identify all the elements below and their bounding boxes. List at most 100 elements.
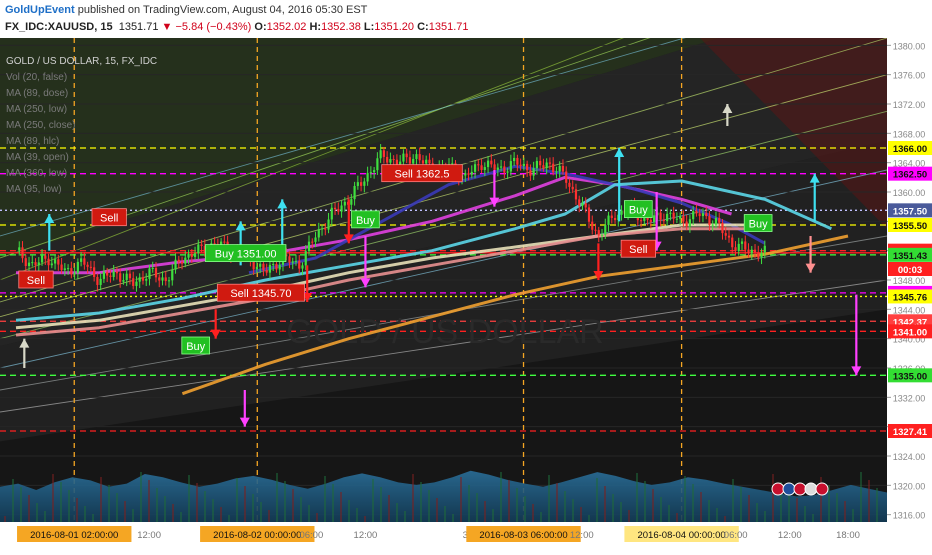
candle-body[interactable] [600, 234, 604, 236]
candle-body[interactable] [262, 263, 265, 271]
candle-body[interactable] [483, 167, 486, 170]
candle-body[interactable] [353, 185, 356, 200]
candle-body[interactable] [259, 263, 262, 267]
candle-body[interactable] [324, 228, 327, 230]
flag-icon[interactable] [793, 482, 807, 496]
candle-body[interactable] [666, 213, 669, 222]
candle-body[interactable] [382, 150, 385, 157]
candle-body[interactable] [37, 262, 40, 266]
candle-body[interactable] [467, 173, 470, 175]
candle-body[interactable] [649, 219, 652, 222]
candle-body[interactable] [18, 247, 21, 251]
candle-body[interactable] [314, 237, 317, 242]
price-label[interactable]: 1345.76 [888, 289, 932, 304]
candle-body[interactable] [731, 237, 734, 248]
candle-body[interactable] [688, 219, 692, 227]
candle-body[interactable] [265, 270, 268, 273]
price-label[interactable]: 1335.00 [888, 368, 932, 383]
candle-body[interactable] [574, 189, 578, 200]
flag-icon[interactable] [771, 482, 785, 496]
candle-body[interactable] [304, 251, 307, 266]
candle-body[interactable] [604, 225, 607, 235]
candle-body[interactable] [701, 213, 705, 217]
candle-body[interactable] [34, 262, 37, 266]
price-label[interactable]: 1362.50 [888, 166, 932, 181]
candle-body[interactable] [31, 262, 34, 264]
candle-body[interactable] [584, 203, 587, 208]
candle-body[interactable] [311, 241, 314, 243]
candle-body[interactable] [177, 259, 180, 263]
candle-body[interactable] [506, 171, 509, 173]
candle-body[interactable] [333, 207, 337, 210]
candle-body[interactable] [555, 171, 558, 173]
candle-body[interactable] [653, 215, 656, 222]
time-label-highlight[interactable]: 2016-08-04 00:00:00 [624, 526, 739, 542]
candle-body[interactable] [473, 164, 477, 172]
candle-body[interactable] [167, 280, 171, 282]
candle-body[interactable] [718, 218, 721, 223]
candle-body[interactable] [561, 165, 565, 172]
candle-body[interactable] [734, 247, 737, 251]
candle-body[interactable] [662, 219, 665, 222]
candle-body[interactable] [66, 268, 70, 270]
sell-signal[interactable]: Sell [620, 239, 656, 258]
candle-body[interactable] [373, 170, 376, 173]
candle-body[interactable] [330, 207, 333, 220]
legend-item[interactable]: MA (360, low) [6, 168, 67, 179]
candle-body[interactable] [125, 273, 128, 281]
candle-body[interactable] [96, 276, 99, 285]
candle-body[interactable] [53, 259, 57, 264]
price-label[interactable]: 1341.00 [888, 324, 932, 339]
time-label-highlight[interactable]: 2016-08-01 02:00:00 [17, 526, 132, 542]
sell-signal[interactable]: Sell [91, 208, 127, 227]
candle-body[interactable] [148, 268, 151, 279]
chart-area[interactable]: GOLD / US DOLLAR Sell Sell Buy Sell 1345.70… [0, 0, 932, 550]
legend-item[interactable]: MA (89, hlc) [6, 136, 59, 147]
candle-body[interactable] [86, 264, 89, 267]
candle-body[interactable] [724, 233, 727, 236]
candle-body[interactable] [669, 212, 672, 214]
candle-body[interactable] [493, 164, 496, 170]
price-label[interactable]: 1355.50 [888, 218, 932, 232]
candle-body[interactable] [376, 158, 379, 171]
time-label-highlight[interactable]: 2016-08-02 00:00:00 [200, 526, 315, 542]
flag-icon[interactable] [815, 482, 829, 496]
legend-item[interactable]: MA (39, open) [6, 152, 69, 163]
candle-body[interactable] [526, 163, 529, 171]
candle-body[interactable] [389, 158, 392, 163]
candle-body[interactable] [80, 258, 83, 262]
candle-body[interactable] [171, 269, 174, 281]
candle-body[interactable] [99, 278, 102, 285]
candle-body[interactable] [128, 273, 132, 279]
candle-body[interactable] [288, 256, 291, 263]
candle-body[interactable] [223, 241, 226, 243]
price-label[interactable]: 1327.41 [888, 423, 932, 438]
candle-body[interactable] [317, 229, 320, 238]
candle-body[interactable] [519, 164, 522, 166]
candle-body[interactable] [581, 203, 584, 206]
time-label-highlight[interactable]: 2016-08-03 06:00:00 [466, 526, 581, 542]
candle-body[interactable] [522, 163, 525, 166]
candle-body[interactable] [727, 235, 731, 238]
candle-body[interactable] [386, 156, 389, 163]
candle-body[interactable] [327, 219, 330, 230]
candle-body[interactable] [708, 216, 711, 226]
candle-body[interactable] [359, 182, 363, 186]
candle-body[interactable] [197, 244, 200, 254]
candle-body[interactable] [184, 257, 187, 264]
candle-body[interactable] [60, 264, 63, 271]
candle-body[interactable] [47, 258, 50, 266]
candle-body[interactable] [425, 159, 428, 164]
candle-body[interactable] [535, 160, 539, 169]
candle-body[interactable] [363, 181, 366, 186]
candle-body[interactable] [408, 157, 412, 164]
candle-body[interactable] [83, 258, 86, 265]
candle-body[interactable] [415, 154, 418, 159]
candle-body[interactable] [402, 153, 405, 162]
flag-icon[interactable] [782, 482, 796, 496]
candle-body[interactable] [503, 166, 506, 173]
candle-body[interactable] [154, 268, 158, 278]
candle-body[interactable] [291, 261, 294, 263]
legend-item[interactable]: MA (95, low) [6, 184, 62, 195]
candle-body[interactable] [532, 168, 535, 176]
